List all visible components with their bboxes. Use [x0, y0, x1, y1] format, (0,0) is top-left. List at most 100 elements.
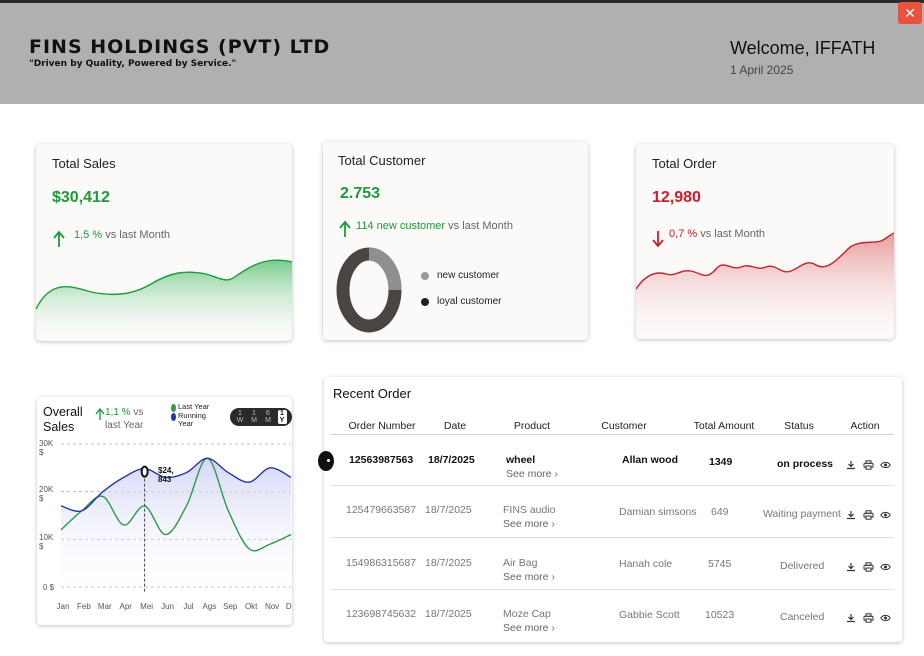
download-button[interactable] — [846, 460, 856, 473]
order-number: 123698745632 — [346, 608, 417, 620]
download-icon — [846, 563, 856, 575]
eye-button[interactable] — [880, 613, 891, 626]
x-tick-label: Jul — [183, 602, 194, 611]
total-sales-suffix: vs last Month — [105, 229, 171, 241]
arrow-up-icon — [339, 220, 351, 237]
x-tick-label: Des — [285, 602, 292, 611]
total-customer-value: 2.753 — [340, 185, 381, 202]
order-product: FINS audio — [503, 504, 556, 516]
close-button[interactable]: ✕ — [898, 2, 922, 24]
order-product: Air Bag — [503, 557, 538, 569]
see-more-label: See more — [503, 571, 549, 583]
legend-loyal-customer: loyal customer — [421, 296, 501, 307]
order-number: 12563987563 — [349, 454, 414, 466]
download-icon — [846, 614, 856, 626]
total-sales-card: Total Sales $30,412 1,5 % vs last Month — [36, 144, 292, 341]
order-customer: Gabbie Scott — [619, 609, 680, 621]
order-product: wheel — [506, 454, 536, 466]
col-product: Product — [513, 420, 551, 432]
order-status: Canceled — [780, 611, 825, 623]
welcome-text: Welcome, IFFATH — [730, 38, 876, 58]
order-status: Delivered — [780, 560, 825, 572]
chevron-right-icon: › — [554, 468, 558, 480]
x-tick-label: Sep — [223, 602, 238, 611]
col-customer: Customer — [601, 420, 647, 432]
print-icon — [863, 613, 874, 626]
download-icon — [846, 461, 856, 473]
total-order-title: Total Order — [652, 156, 717, 171]
legend-dot-new — [421, 271, 429, 280]
legend-loyal-label: loyal customer — [437, 296, 502, 307]
row-marker-dot — [327, 459, 330, 462]
tooltip-line1: $24, — [158, 466, 174, 475]
chart-series — [60, 457, 292, 593]
download-button[interactable] — [846, 613, 856, 626]
x-tick-label: Feb — [77, 602, 91, 611]
download-button[interactable] — [846, 510, 856, 523]
eye-button[interactable] — [880, 460, 891, 473]
print-icon — [863, 562, 874, 575]
eye-icon — [880, 511, 891, 523]
total-sales-value: $30,412 — [52, 189, 110, 206]
eye-icon — [880, 563, 891, 575]
legend-new-label: new customer — [437, 270, 500, 281]
total-sales-trend: 1,5 % vs last Month — [74, 229, 170, 241]
print-button[interactable] — [863, 510, 874, 523]
print-button[interactable] — [863, 460, 874, 473]
total-customer-suffix: vs last Month — [448, 220, 513, 232]
print-button[interactable] — [863, 562, 874, 575]
x-tick-label: Jan — [56, 602, 70, 611]
order-number: 125479663587 — [346, 504, 417, 516]
order-amount: 649 — [711, 506, 729, 518]
see-more-link[interactable]: See more › — [503, 622, 555, 634]
chart-tooltip: $24, 843 — [158, 466, 174, 484]
order-status: Waiting payment — [763, 508, 841, 520]
legend-new-customer: new customer — [421, 270, 499, 281]
print-icon — [863, 510, 874, 523]
see-more-link[interactable]: See more › — [503, 571, 555, 583]
eye-icon — [880, 614, 891, 626]
close-icon: ✕ — [904, 4, 916, 21]
total-sales-title: Total Sales — [52, 156, 116, 171]
row-marker — [318, 451, 334, 471]
header-divider — [331, 434, 894, 435]
row-divider — [331, 485, 894, 486]
x-tick-label: Ags — [202, 602, 217, 611]
col-order-number: Order Number — [348, 420, 416, 432]
col-action: Action — [850, 420, 880, 432]
col-date: Date — [443, 420, 467, 432]
print-button[interactable] — [863, 613, 874, 626]
eye-button[interactable] — [880, 510, 891, 523]
tooltip-line2: 843 — [158, 475, 172, 484]
order-number: 154986315687 — [346, 557, 417, 569]
highlight-point[interactable] — [140, 465, 149, 478]
recent-order-title: Recent Order — [333, 386, 412, 401]
see-more-link[interactable]: See more › — [506, 468, 558, 480]
total-order-value: 12,980 — [652, 189, 701, 206]
order-customer: Hanah cole — [619, 558, 673, 570]
company-tagline: "Driven by Quality, Powered by Service." — [29, 59, 237, 69]
total-order-card: Total Order 12,980 0,7 % vs last Month — [636, 144, 894, 339]
see-more-link[interactable]: See more › — [503, 518, 555, 530]
order-date: 18/7/2025 — [425, 557, 472, 569]
header-bar: FINS HOLDINGS (PVT) LTD "Driven by Quali… — [0, 3, 924, 104]
order-amount: 1349 — [709, 456, 733, 468]
order-amount: 10523 — [705, 609, 735, 621]
eye-button[interactable] — [880, 562, 891, 575]
total-customer-title: Total Customer — [338, 153, 426, 168]
overall-sales-card: Overall Sales 1,1 % vs last Year Last Ye… — [37, 397, 292, 625]
x-tick-label: Mei — [140, 602, 154, 611]
x-tick-label: Nov — [264, 602, 280, 611]
see-more-label: See more — [503, 518, 549, 530]
row-divider — [331, 589, 894, 590]
print-icon — [863, 460, 874, 473]
download-button[interactable] — [846, 562, 856, 575]
col-total-amount: Total Amount — [693, 420, 755, 432]
order-date: 18/7/2025 — [428, 454, 475, 466]
total-order-sparkline — [636, 232, 894, 339]
order-product: Moze Cap — [503, 608, 551, 620]
order-date: 18/7/2025 — [425, 504, 472, 516]
x-tick-label: Jun — [161, 602, 174, 611]
legend-dot-loyal — [421, 297, 429, 306]
order-customer: Allan wood — [622, 454, 678, 466]
